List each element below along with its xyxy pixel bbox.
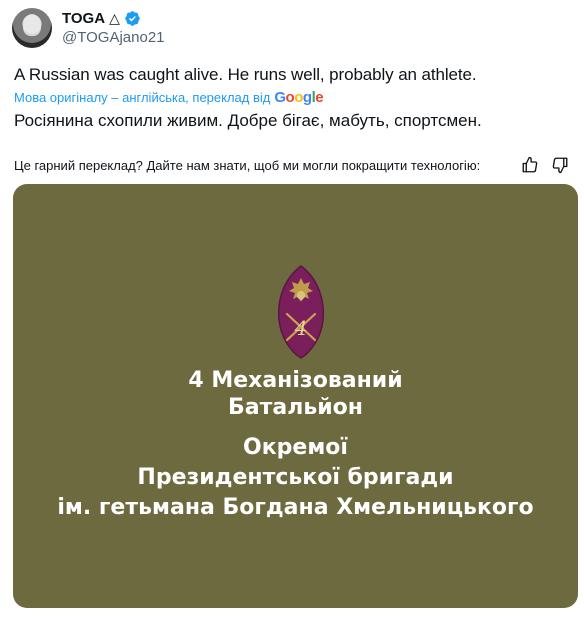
verified-badge-icon bbox=[125, 10, 140, 26]
tweet-text: A Russian was caught alive. He runs well… bbox=[14, 65, 477, 84]
media-caption-line-1: 4 Механізований bbox=[188, 368, 403, 393]
translated-text: Росіянина схопили живим. Добре бігає, ма… bbox=[14, 111, 482, 130]
author-name[interactable]: TOGA bbox=[62, 10, 105, 27]
author-block: TOGA △ @TOGAjano21 bbox=[62, 8, 165, 48]
translation-attribution[interactable]: Мова оригіналу – англійська, переклад ві… bbox=[14, 88, 324, 106]
brigade-shield-emblem-icon: 4 bbox=[277, 265, 325, 359]
emblem-number: 4 bbox=[294, 316, 308, 340]
media-caption-line-4: Президентської бригади bbox=[137, 465, 454, 490]
thumbs-down-icon[interactable] bbox=[550, 155, 570, 175]
thumbs-up-icon[interactable] bbox=[520, 155, 540, 175]
feedback-prompt: Це гарний переклад? Дайте нам знати, щоб… bbox=[14, 157, 481, 173]
avatar[interactable] bbox=[12, 8, 52, 48]
author-name-row[interactable]: TOGA △ bbox=[62, 8, 165, 28]
google-logo: Google bbox=[274, 88, 324, 106]
translation-feedback: Це гарний переклад? Дайте нам знати, щоб… bbox=[14, 154, 570, 176]
tweet-header: TOGA △ @TOGAjano21 bbox=[12, 8, 165, 48]
media-caption-line-5: ім. гетьмана Богдана Хмельницького bbox=[57, 495, 534, 520]
translation-label[interactable]: Мова оригіналу – англійська, переклад ві… bbox=[14, 90, 270, 105]
media-caption-line-3: Окремої bbox=[243, 435, 348, 460]
author-handle[interactable]: @TOGAjano21 bbox=[62, 28, 165, 48]
author-name-suffix: △ bbox=[109, 9, 120, 26]
media-caption-line-2: Батальйон bbox=[228, 395, 363, 420]
tweet-media[interactable]: 4 4 Механізований Батальйон Окремої През… bbox=[13, 184, 578, 608]
